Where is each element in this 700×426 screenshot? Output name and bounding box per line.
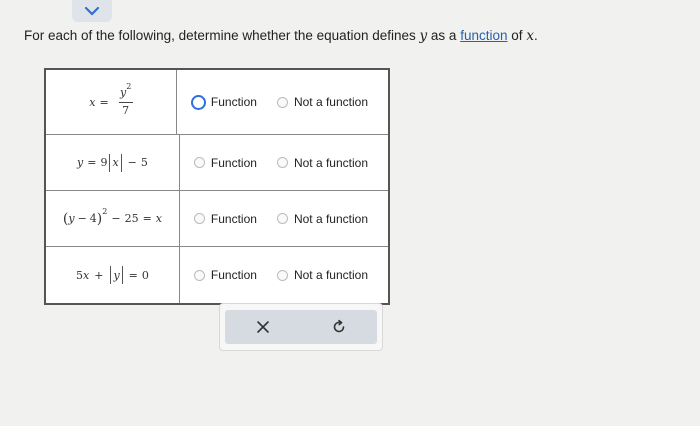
- options-2: Function Not a function: [180, 135, 388, 190]
- radio-function-1[interactable]: [190, 94, 206, 110]
- action-buttons: [225, 310, 377, 344]
- option-not-function-2[interactable]: Not a function: [276, 156, 368, 170]
- equation-4: 5x + y = 0: [46, 247, 180, 303]
- instruction-of: of: [511, 28, 523, 43]
- radio-function-2[interactable]: [193, 157, 205, 168]
- question-row-3: ( y − 4 ) 2 − 25 = x Function Not a func…: [46, 190, 388, 246]
- instruction-end: .: [533, 28, 538, 43]
- radio-not-function-3[interactable]: [276, 213, 288, 224]
- question-row-2: y = 9 x − 5 Function Not a function: [46, 134, 388, 190]
- collapse-chevron-button[interactable]: [72, 0, 112, 22]
- radio-not-function-1[interactable]: [276, 96, 288, 108]
- instruction-text: For each of the following, determine whe…: [24, 28, 538, 44]
- options-3: Function Not a function: [180, 191, 388, 246]
- option-not-function-3[interactable]: Not a function: [276, 212, 368, 226]
- option-not-function-4[interactable]: Not a function: [276, 268, 368, 282]
- option-function-1[interactable]: Function: [190, 94, 257, 110]
- undo-icon: [333, 319, 345, 333]
- reset-button[interactable]: [324, 314, 354, 340]
- var-y: y: [419, 28, 428, 44]
- clear-button[interactable]: [248, 314, 278, 340]
- equation-1: x = y2 7: [46, 70, 177, 134]
- radio-not-function-2[interactable]: [276, 157, 288, 168]
- equation-3: ( y − 4 ) 2 − 25 = x: [46, 191, 180, 246]
- option-not-function-1[interactable]: Not a function: [276, 95, 368, 109]
- options-4: Function Not a function: [180, 247, 388, 303]
- instruction-prefix: For each of the following, determine whe…: [24, 28, 416, 43]
- options-1: Function Not a function: [177, 70, 388, 134]
- close-icon: [257, 321, 269, 333]
- question-row-4: 5x + y = 0 Function Not a function: [46, 246, 388, 303]
- answer-action-bar: [219, 303, 383, 351]
- option-function-3[interactable]: Function: [193, 212, 257, 226]
- equation-2: y = 9 x − 5: [46, 135, 180, 190]
- chevron-down-icon: [84, 6, 100, 16]
- var-x: x: [526, 28, 534, 44]
- question-row-1: x = y2 7 Function Not a function: [46, 70, 388, 134]
- radio-not-function-4[interactable]: [276, 269, 288, 281]
- function-link[interactable]: function: [460, 28, 507, 43]
- radio-function-4[interactable]: [193, 269, 205, 281]
- radio-function-3[interactable]: [193, 213, 205, 224]
- question-table: x = y2 7 Function Not a function y = 9 x…: [44, 68, 390, 305]
- instruction-mid: as a: [430, 28, 457, 43]
- option-function-2[interactable]: Function: [193, 156, 257, 170]
- option-function-4[interactable]: Function: [193, 268, 257, 282]
